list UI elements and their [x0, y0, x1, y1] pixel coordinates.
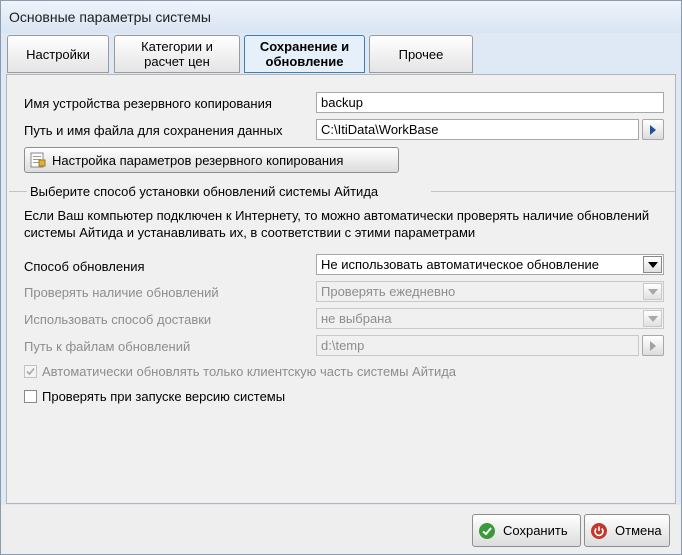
- group-divider-right: [431, 191, 675, 192]
- backup-path-field[interactable]: C:\ItiData\WorkBase: [316, 119, 639, 140]
- backup-device-field[interactable]: backup: [316, 92, 664, 113]
- check-circle-icon: [479, 522, 495, 539]
- settings-dialog: Основные параметры системы Настройки Кат…: [0, 0, 682, 555]
- chevron-down-icon: [648, 316, 658, 322]
- dropdown-button[interactable]: [643, 310, 662, 327]
- update-delivery-select[interactable]: не выбрана: [316, 308, 664, 329]
- chevron-down-icon: [648, 262, 658, 268]
- auto-client-update-checkbox[interactable]: [24, 365, 37, 378]
- dropdown-button[interactable]: [643, 283, 662, 300]
- tab-backup-update[interactable]: Сохранение и обновление: [244, 35, 365, 73]
- title-bar: Основные параметры системы: [1, 1, 681, 33]
- check-on-start-checkbox[interactable]: [24, 390, 37, 403]
- power-icon: [591, 522, 607, 539]
- save-button[interactable]: Сохранить: [472, 514, 581, 547]
- arrow-right-icon: [650, 341, 656, 351]
- update-path-label: Путь к файлам обновлений: [24, 339, 191, 354]
- update-method-label: Способ обновления: [24, 259, 145, 274]
- backup-settings-icon: [30, 152, 46, 168]
- update-path-browse-button[interactable]: [642, 335, 664, 356]
- update-method-select[interactable]: Не использовать автоматическое обновлени…: [316, 254, 664, 275]
- auto-client-update-label: Автоматически обновлять только клиентску…: [42, 364, 457, 379]
- update-delivery-label: Использовать способ доставки: [24, 312, 212, 327]
- update-check-select[interactable]: Проверять ежедневно: [316, 281, 664, 302]
- tab-settings[interactable]: Настройки: [7, 35, 109, 73]
- backup-path-label: Путь и имя файла для сохранения данных: [24, 123, 283, 138]
- dropdown-button[interactable]: [643, 256, 662, 273]
- group-divider-left: [9, 191, 27, 192]
- check-on-start-label: Проверять при запуске версию системы: [42, 389, 286, 404]
- update-group-title: Выберите способ установки обновлений сис…: [30, 184, 379, 199]
- update-path-field[interactable]: d:\temp: [316, 335, 639, 356]
- update-check-label: Проверять наличие обновлений: [24, 285, 219, 300]
- window-title: Основные параметры системы: [9, 9, 211, 25]
- backup-settings-button[interactable]: Настройка параметров резервного копирова…: [24, 147, 399, 173]
- arrow-right-icon: [650, 125, 656, 135]
- checkmark-icon: [26, 367, 35, 376]
- backup-device-label: Имя устройства резервного копирования: [24, 96, 272, 111]
- tab-categories[interactable]: Категории и расчет цен: [114, 35, 240, 73]
- tab-other[interactable]: Прочее: [369, 35, 473, 73]
- update-description: Если Ваш компьютер подключен к Интернету…: [24, 208, 650, 240]
- cancel-button[interactable]: Отмена: [584, 514, 670, 547]
- chevron-down-icon: [648, 289, 658, 295]
- backup-path-browse-button[interactable]: [642, 119, 664, 140]
